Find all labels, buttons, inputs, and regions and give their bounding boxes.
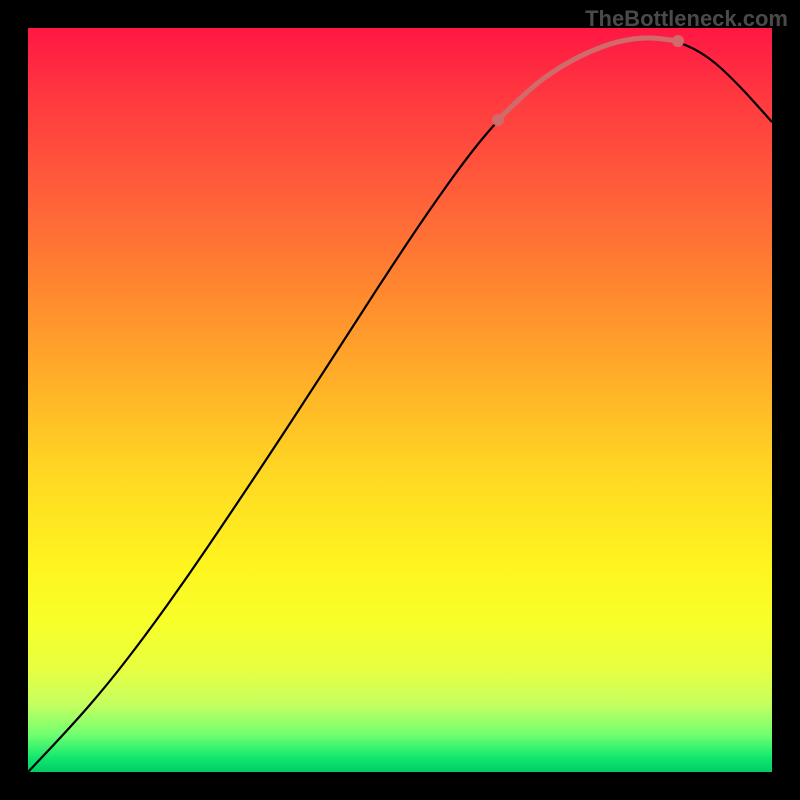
highlight-dot	[672, 35, 684, 47]
chart-plot-area	[28, 28, 772, 772]
bottleneck-curve-line	[28, 38, 772, 772]
optimal-range-endpoints	[492, 35, 684, 126]
watermark-text: TheBottleneck.com	[585, 6, 788, 32]
chart-svg	[28, 28, 772, 772]
optimal-range-segment	[498, 38, 678, 120]
highlight-dot	[492, 114, 504, 126]
